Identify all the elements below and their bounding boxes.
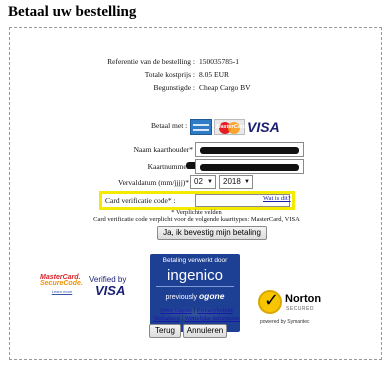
- cvc-required-note: Card verificatie code verplicht voor de …: [93, 216, 300, 223]
- norton-name: Norton: [285, 293, 322, 305]
- required-fields-note: * Verplichte velden: [171, 209, 222, 216]
- card-holder-row: Naam kaarthouder*: [10, 142, 383, 157]
- order-total-label: Totale kostprijs :: [144, 70, 195, 79]
- mc-secure-line2: SecureCode.: [40, 280, 83, 287]
- card-holder-label: Naam kaarthouder*: [133, 145, 193, 154]
- expiry-year-select[interactable]: 2018 ▼: [219, 175, 253, 189]
- footer-links-row-1: Over Ogone | Privacybeleid: [160, 307, 233, 314]
- page-title: Betaal uw bestelling: [8, 4, 137, 20]
- card-number-input[interactable]: [195, 159, 304, 174]
- ingenico-previously-line: previously ogone: [150, 291, 240, 301]
- ingenico-brand-text: ingenico: [167, 267, 223, 284]
- payment-panel: Referentie van de bestelling : 150035785…: [9, 27, 382, 360]
- privacy-policy-link[interactable]: Privacybeleid: [197, 307, 233, 314]
- amex-card-icon[interactable]: [190, 119, 212, 135]
- cancel-button[interactable]: Annuleren: [183, 324, 227, 338]
- order-reference-row: Referentie van de bestelling : 150035785…: [10, 57, 383, 69]
- footer-links-row-2: Veiligheid | Wettelijke informatie: [153, 315, 240, 322]
- expiry-month-select[interactable]: 02 ▼: [190, 175, 216, 189]
- mastercard-securecode-logo: MasterCard. SecureCode. Learn more: [40, 274, 84, 300]
- expiry-row: Vervaldatum (mm/jjjj)* : 02 ▼ 2018 ▼: [10, 175, 383, 190]
- beneficiary-row: Begunstigde : Cheap Cargo BV: [10, 83, 383, 95]
- order-reference-value: 150035785-1: [199, 57, 239, 66]
- expiry-month-value: 02: [194, 177, 203, 186]
- ingenico-ogone-text: ogone: [198, 291, 225, 301]
- ingenico-previously-text: previously: [165, 294, 198, 301]
- chevron-down-icon: ▼: [207, 179, 213, 185]
- verified-by-visa-logo: Verified by VISA: [89, 275, 129, 301]
- mc-secure-learn-more-link[interactable]: Learn more: [40, 289, 84, 294]
- visa-card-icon[interactable]: VISA: [247, 119, 280, 135]
- back-button[interactable]: Terug: [149, 324, 181, 338]
- mastercard-logo-text: MasterCard: [216, 124, 247, 130]
- cvc-label: Card verificatie code* :: [105, 196, 176, 205]
- whats-this-link[interactable]: Wat is dit?: [263, 195, 291, 202]
- security-link[interactable]: Veiligheid: [153, 315, 180, 322]
- confirm-payment-button[interactable]: Ja, ik bevestig mijn betaling: [157, 226, 267, 240]
- expiry-year-value: 2018: [223, 177, 241, 186]
- card-number-row: Kaartnummer*: [10, 159, 383, 174]
- beneficiary-label: Begunstigde :: [153, 83, 195, 92]
- order-total-value: 8.05 EUR: [199, 70, 229, 79]
- order-total-row: Totale kostprijs : 8.05 EUR: [10, 70, 383, 82]
- order-reference-label: Referentie van de bestelling :: [107, 57, 195, 66]
- ingenico-top-text: Betaling verwerkt door: [162, 257, 228, 264]
- card-brand-logos: MasterCard VISA: [190, 119, 285, 135]
- expiry-label: Vervaldatum (mm/jjjj)* :: [118, 178, 193, 187]
- vbv-line2: VISA: [95, 283, 126, 298]
- beneficiary-value: Cheap Cargo BV: [199, 83, 251, 92]
- about-ogone-link[interactable]: Over Ogone: [160, 307, 192, 314]
- mastercard-card-icon[interactable]: MasterCard: [214, 119, 247, 135]
- card-holder-input[interactable]: [195, 142, 304, 157]
- redacted-card-number: [200, 164, 299, 171]
- pay-with-label: Betaal met :: [151, 121, 188, 130]
- redacted-holder-name: [200, 147, 299, 154]
- legal-info-link[interactable]: Wettelijke informatie: [184, 315, 239, 322]
- chevron-down-icon: ▼: [244, 179, 250, 185]
